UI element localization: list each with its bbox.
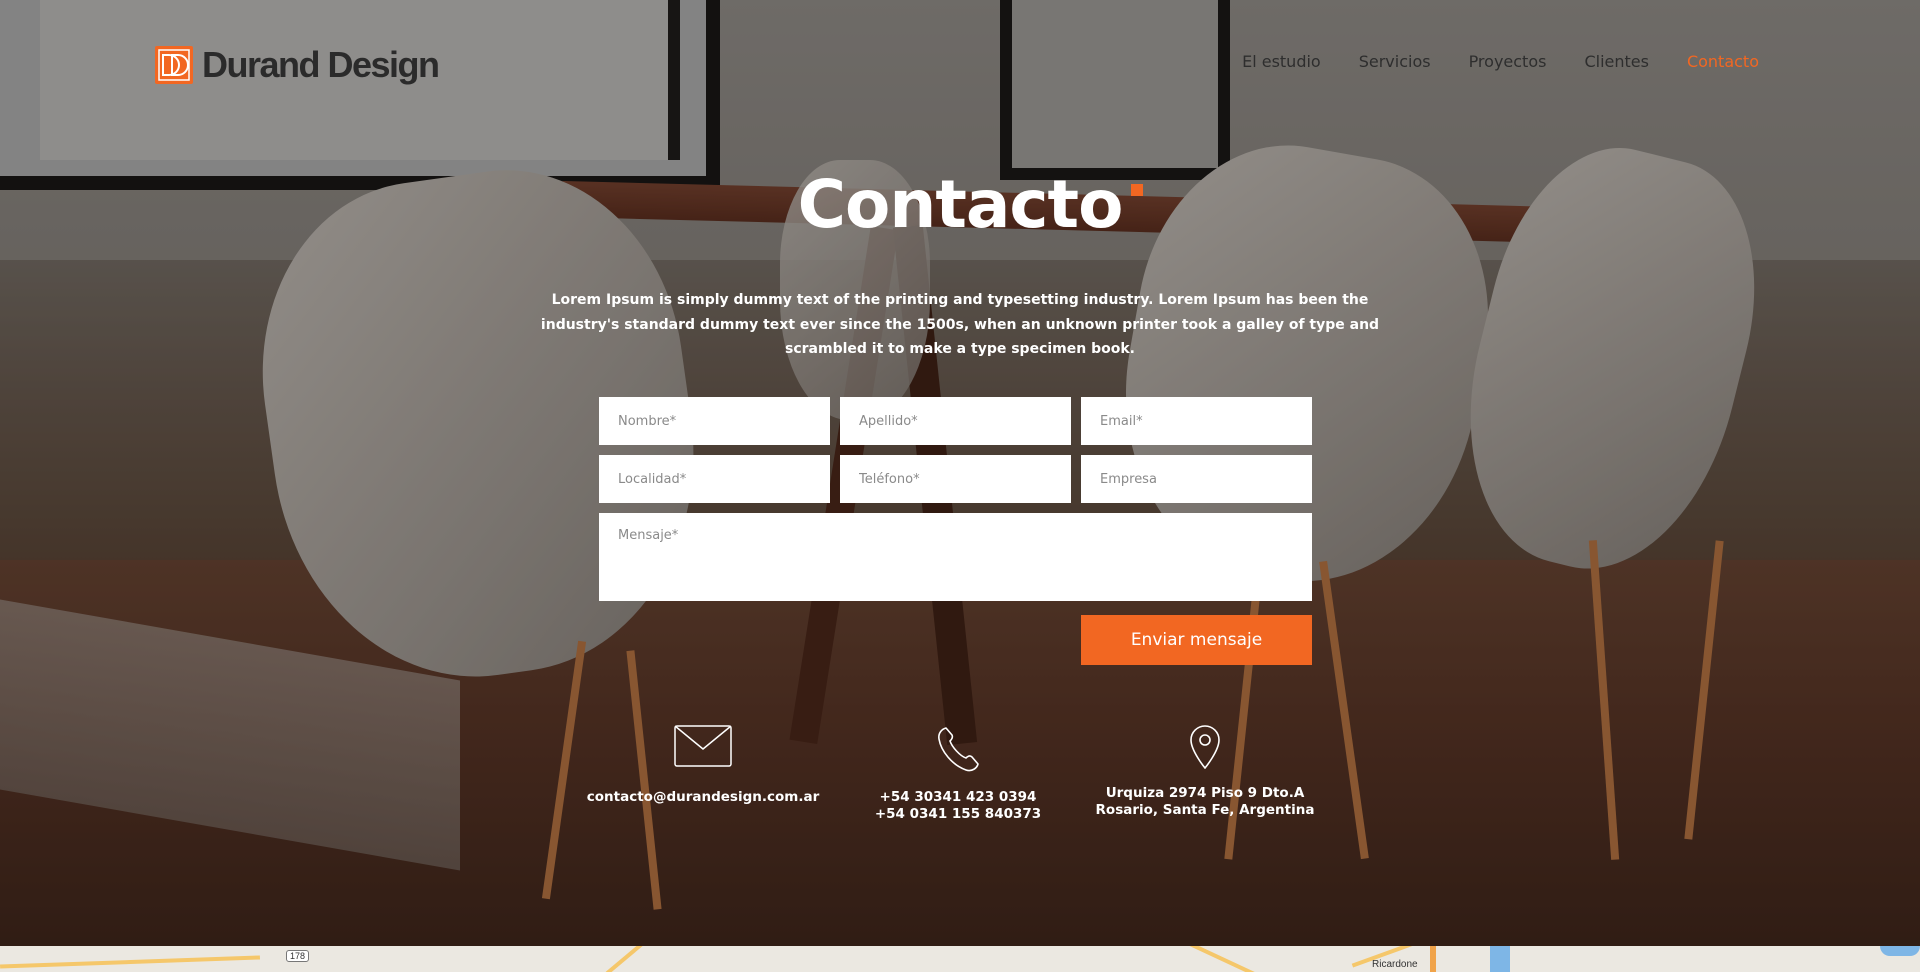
- empresa-field[interactable]: [1081, 455, 1312, 503]
- phone-icon: [938, 727, 979, 772]
- apellido-field[interactable]: [840, 397, 1071, 445]
- form-row-1: [599, 397, 1312, 445]
- title-accent-dot: [1131, 184, 1143, 196]
- contact-email: contacto@durandesign.com.ar: [575, 725, 831, 806]
- send-message-button[interactable]: Enviar mensaje: [1081, 615, 1312, 665]
- nav-item-proyectos[interactable]: Proyectos: [1469, 52, 1547, 71]
- page-title: Contacto: [797, 166, 1124, 243]
- contact-address-line-2: Rosario, Santa Fe, Argentina: [1095, 802, 1315, 818]
- nav-item-clientes[interactable]: Clientes: [1584, 52, 1649, 71]
- contact-phone: +54 30341 423 0394 +54 0341 155 840373: [858, 725, 1058, 823]
- contact-form: [599, 397, 1312, 605]
- brand-name: Durand Design: [202, 44, 440, 85]
- contact-phone-line-2[interactable]: +54 0341 155 840373: [858, 806, 1058, 823]
- telefono-field[interactable]: [840, 455, 1071, 503]
- email-field[interactable]: [1081, 397, 1312, 445]
- main-nav: El estudio Servicios Proyectos Clientes …: [1204, 52, 1759, 71]
- nombre-field[interactable]: [599, 397, 830, 445]
- brand-logo[interactable]: Durand Design: [155, 44, 440, 86]
- nav-item-servicios[interactable]: Servicios: [1359, 52, 1431, 71]
- map-pin-icon: [1190, 725, 1220, 769]
- mensaje-field[interactable]: [599, 513, 1312, 601]
- map-place-label: Ricardone: [1372, 959, 1418, 970]
- envelope-icon: [674, 725, 732, 767]
- contact-address-line-1: Urquiza 2974 Piso 9 Dto.A: [1105, 785, 1305, 801]
- contact-phone-line-1[interactable]: +54 30341 423 0394: [858, 789, 1058, 806]
- route-badge: 178: [286, 950, 310, 962]
- form-row-2: [599, 455, 1312, 503]
- location-map[interactable]: 178 Ricardone: [0, 946, 1920, 972]
- intro-text: Lorem Ipsum is simply dummy text of the …: [540, 292, 1380, 357]
- localidad-field[interactable]: [599, 455, 830, 503]
- contact-address: Urquiza 2974 Piso 9 Dto.A Rosario, Santa…: [1090, 725, 1320, 819]
- nav-item-el-estudio[interactable]: El estudio: [1242, 52, 1321, 71]
- logo-mark-icon: [155, 46, 193, 84]
- contact-email-text[interactable]: contacto@durandesign.com.ar: [575, 789, 831, 806]
- nav-item-contacto[interactable]: Contacto: [1687, 52, 1759, 71]
